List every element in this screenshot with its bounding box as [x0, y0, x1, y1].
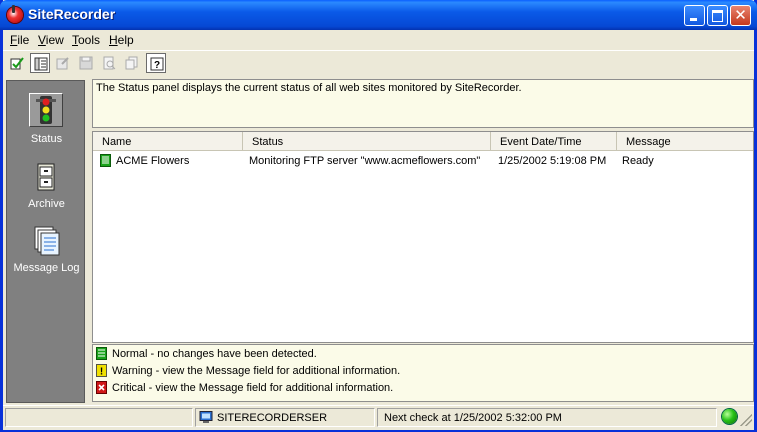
row-name: ACME Flowers — [116, 155, 190, 167]
resize-grip[interactable] — [740, 414, 752, 426]
minimize-icon — [690, 18, 697, 21]
document-stack-icon — [34, 226, 60, 256]
properties-button[interactable] — [53, 53, 73, 73]
site-list[interactable]: Name Status Event Date/Time Message ACME… — [92, 131, 754, 343]
normal-status-icon — [100, 154, 111, 167]
status-legend: Normal - no changes have been detected. … — [92, 344, 754, 402]
panel-view-button[interactable] — [30, 53, 50, 73]
sidebar-item-archive-label: Archive — [28, 198, 65, 210]
document-stack-button[interactable] — [29, 225, 63, 259]
row-datetime: 1/25/2002 5:19:08 PM — [498, 155, 607, 167]
menu-tools-label: ools — [78, 33, 101, 47]
status-bar: SITERECORDERSER Next check at 1/25/2002 … — [3, 405, 754, 430]
check-edit-icon — [10, 57, 24, 70]
statusbar-panel-next-check: Next check at 1/25/2002 5:32:00 PM — [377, 408, 717, 427]
next-check-text: Next check at 1/25/2002 5:32:00 PM — [384, 412, 562, 424]
svg-text:?: ? — [154, 60, 160, 71]
table-row[interactable]: ACME Flowers Monitoring FTP server "www.… — [93, 132, 753, 172]
find-button[interactable] — [99, 53, 119, 73]
menu-help[interactable]: Help — [109, 33, 134, 47]
row-status: Monitoring FTP server "www.acmeflowers.c… — [249, 155, 481, 167]
save-button[interactable] — [76, 53, 96, 73]
toolbar: ? — [3, 50, 754, 77]
normal-status-icon — [96, 347, 107, 360]
menu-tools[interactable]: Tools — [72, 33, 100, 47]
help-button[interactable]: ? — [146, 53, 166, 73]
app-window: SiteRecorder ✕ File View Tools Help ? St… — [0, 0, 757, 432]
legend-normal-text: Normal - no changes have been detected. — [112, 348, 317, 360]
menu-file-label: ile — [17, 33, 30, 47]
panel-view-icon — [34, 57, 48, 71]
menu-help-hotkey: H — [109, 33, 118, 47]
sidebar-item-status[interactable]: Status — [7, 93, 86, 149]
status-description: The Status panel displays the current st… — [92, 79, 754, 128]
svg-text:!: ! — [100, 367, 103, 378]
maximize-icon — [712, 10, 723, 22]
computer-name: SITERECORDERSER — [217, 412, 328, 424]
properties-icon — [56, 57, 69, 70]
check-edit-button[interactable] — [7, 53, 27, 73]
critical-status-icon — [96, 381, 107, 394]
menu-help-label: elp — [117, 33, 134, 47]
help-icon: ? — [150, 57, 164, 71]
maximize-button[interactable] — [707, 5, 728, 26]
filing-cabinet-button[interactable] — [29, 161, 63, 195]
filing-cabinet-icon — [37, 163, 55, 191]
status-indicator-icon — [722, 409, 737, 424]
window-title: SiteRecorder — [28, 6, 116, 22]
menu-view[interactable]: View — [38, 33, 64, 47]
find-icon — [103, 56, 116, 70]
title-bar[interactable]: SiteRecorder ✕ — [0, 0, 757, 30]
menu-view-label: iew — [45, 33, 64, 47]
warning-status-icon: ! — [96, 364, 107, 377]
menu-view-hotkey: V — [38, 33, 46, 47]
legend-critical-text: Critical - view the Message field for ad… — [112, 382, 394, 394]
traffic-light-icon — [36, 96, 56, 124]
close-icon: ✕ — [734, 6, 747, 24]
menu-file[interactable]: File — [10, 33, 29, 47]
sidebar: Status Archive Message Log — [6, 80, 85, 403]
copy-button[interactable] — [122, 53, 142, 73]
sidebar-item-message-log[interactable]: Message Log — [7, 225, 86, 281]
close-button[interactable]: ✕ — [730, 5, 751, 26]
save-icon — [79, 56, 93, 70]
traffic-light-button[interactable] — [29, 93, 63, 127]
sidebar-item-message-log-label: Message Log — [13, 262, 80, 274]
sidebar-item-status-label: Status — [30, 133, 63, 145]
sidebar-item-archive[interactable]: Archive — [7, 161, 86, 217]
statusbar-panel-left — [5, 408, 193, 427]
row-message: Ready — [622, 155, 654, 167]
copy-icon — [125, 56, 138, 70]
minimize-button[interactable] — [684, 5, 705, 26]
statusbar-panel-computer: SITERECORDERSER — [195, 408, 375, 427]
app-icon[interactable] — [7, 5, 23, 23]
menu-bar: File View Tools Help — [3, 30, 754, 49]
legend-warning-text: Warning - view the Message field for add… — [112, 365, 401, 377]
computer-icon — [199, 411, 213, 423]
